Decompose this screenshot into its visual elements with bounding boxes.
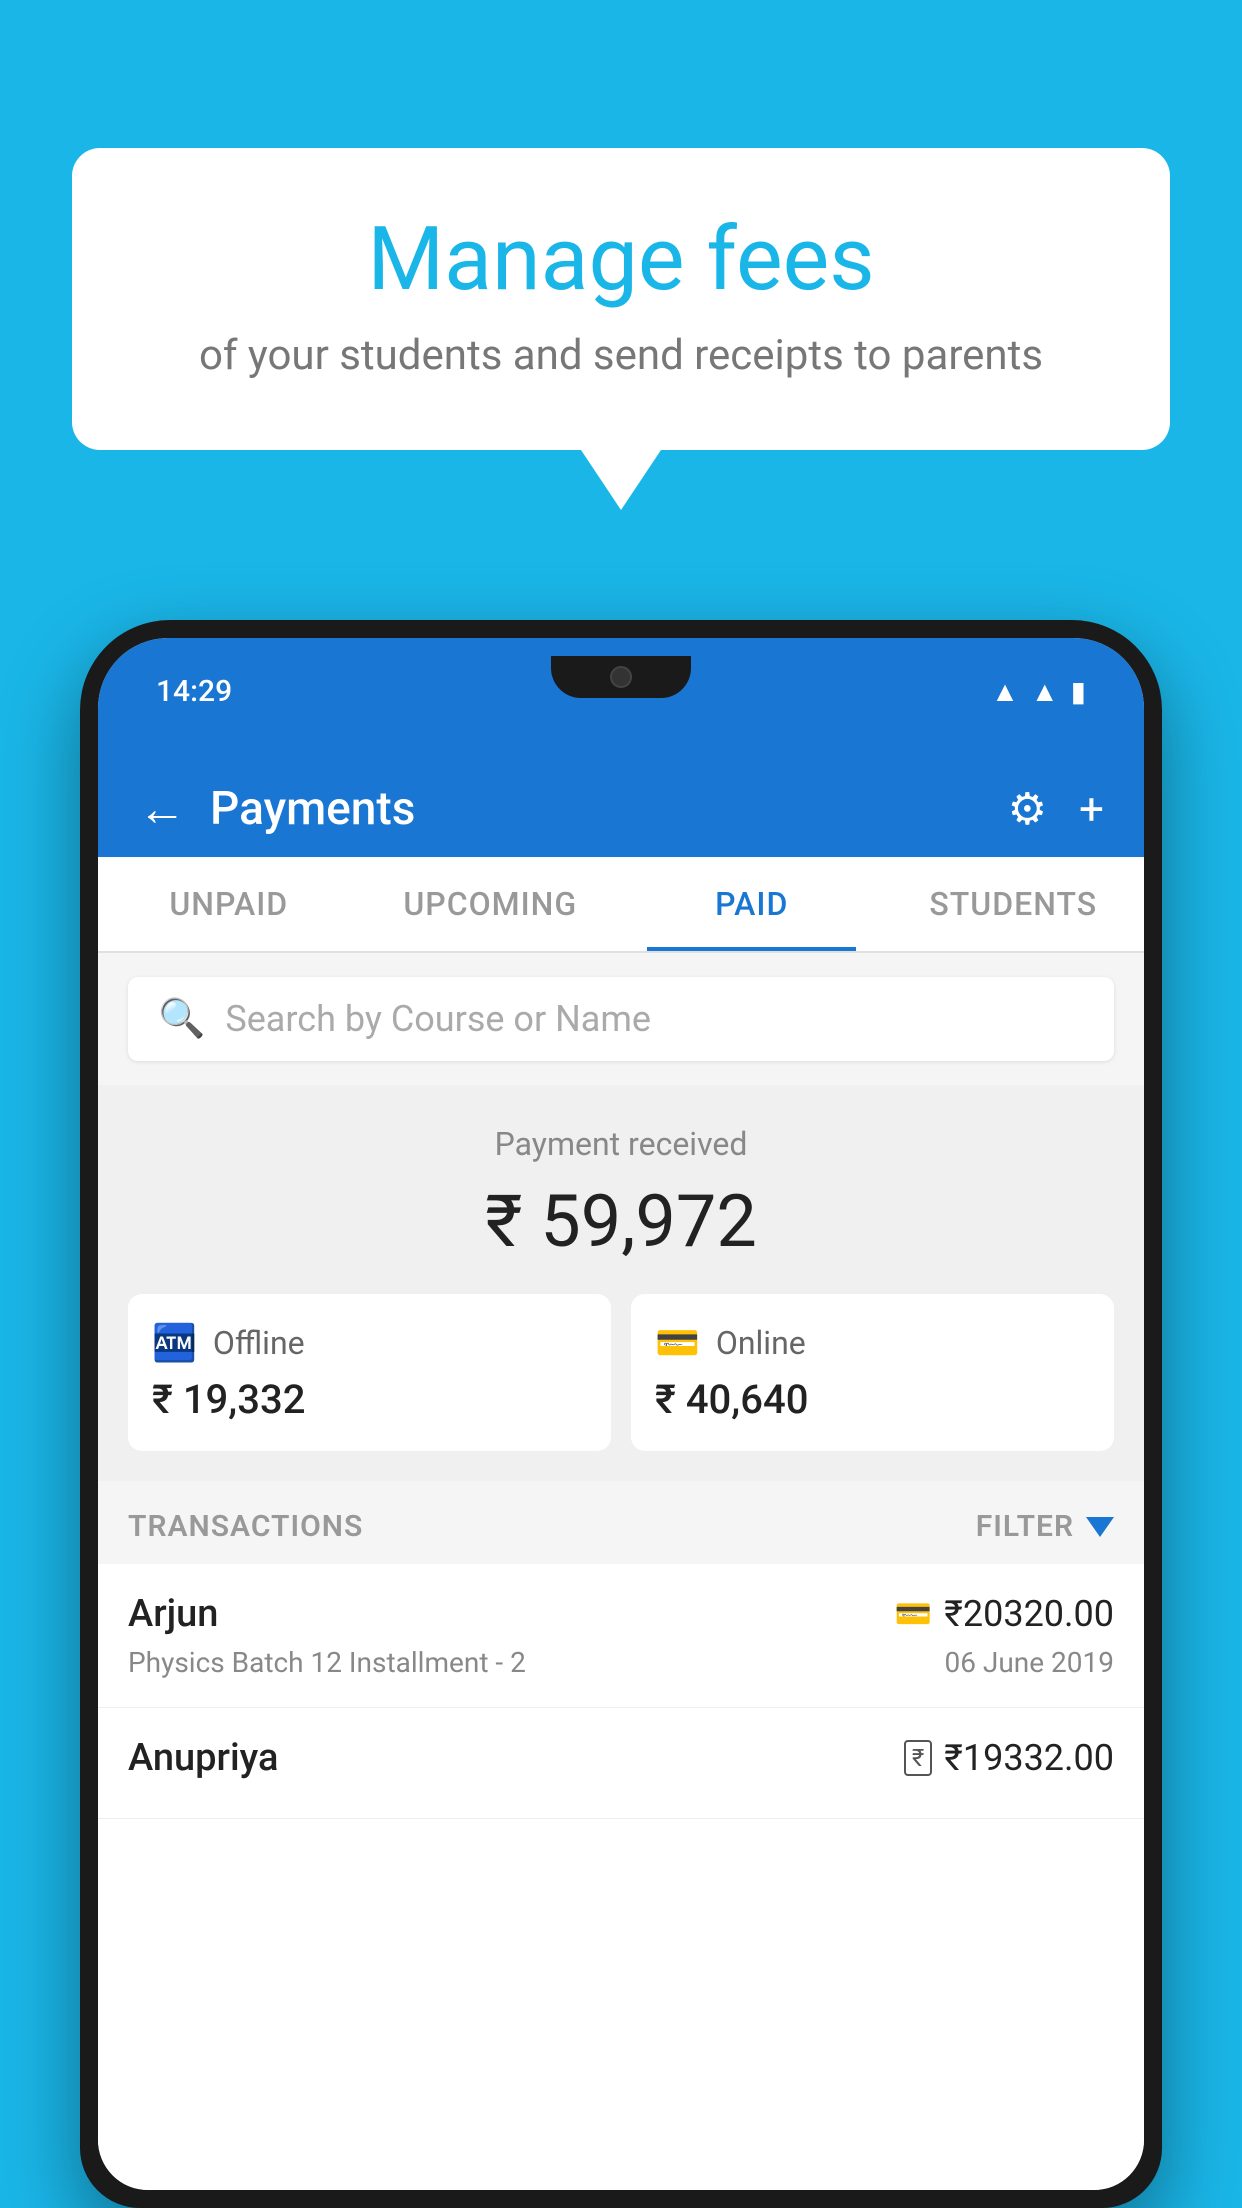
wifi-icon: ▲ [991, 675, 1019, 708]
hero-title: Manage fees [152, 208, 1090, 311]
add-icon[interactable]: + [1079, 783, 1104, 835]
transactions-header: TRANSACTIONS FILTER [98, 1481, 1144, 1564]
filter-button[interactable]: FILTER [976, 1509, 1114, 1544]
tab-students[interactable]: STUDENTS [883, 857, 1145, 951]
cash-type-icon: ₹ [904, 1740, 932, 1776]
speech-bubble: Manage fees of your students and send re… [72, 148, 1170, 450]
transaction-name: Arjun [128, 1592, 218, 1636]
search-icon: 🔍 [158, 997, 205, 1041]
tab-bar: UNPAID UPCOMING PAID STUDENTS [98, 857, 1144, 953]
online-card-header: 💳 Online [655, 1322, 1090, 1364]
tab-unpaid[interactable]: UNPAID [98, 857, 360, 951]
camera [610, 666, 632, 688]
transaction-amount-value: ₹20320.00 [944, 1593, 1114, 1635]
offline-card: 🏧 Offline ₹ 19,332 [128, 1294, 611, 1451]
transactions-label: TRANSACTIONS [128, 1509, 363, 1544]
search-container: 🔍 Search by Course or Name [98, 953, 1144, 1085]
transaction-top-row: Arjun 💳 ₹20320.00 [128, 1592, 1114, 1636]
phone-mockup: 14:29 ▲ ▲ ▮ ← Payments [80, 620, 1162, 2208]
search-bar[interactable]: 🔍 Search by Course or Name [128, 977, 1114, 1061]
online-amount: ₹ 40,640 [655, 1376, 1090, 1423]
offline-card-header: 🏧 Offline [152, 1322, 587, 1364]
transaction-amount: ₹ ₹19332.00 [904, 1737, 1114, 1779]
transaction-item[interactable]: Arjun 💳 ₹20320.00 Physics Batch 12 Insta… [98, 1564, 1144, 1708]
back-button[interactable]: ← [138, 780, 186, 837]
payment-summary: Payment received ₹ 59,972 🏧 Offline ₹ 19… [98, 1085, 1144, 1481]
payment-total-amount: ₹ 59,972 [128, 1179, 1114, 1264]
transaction-amount-value: ₹19332.00 [944, 1737, 1114, 1779]
transaction-bottom-row: Physics Batch 12 Installment - 2 06 June… [128, 1646, 1114, 1679]
hero-subtitle: of your students and send receipts to pa… [152, 331, 1090, 380]
settings-icon[interactable]: ⚙ [1008, 783, 1047, 835]
transaction-list: Arjun 💳 ₹20320.00 Physics Batch 12 Insta… [98, 1564, 1144, 2190]
signal-icon: ▲ [1031, 675, 1059, 708]
payment-type-icon: 💳 [895, 1597, 932, 1632]
app-bar-title: Payments [210, 782, 415, 836]
app-bar-right: ⚙ + [1008, 783, 1104, 835]
payment-received-label: Payment received [128, 1125, 1114, 1163]
offline-icon: 🏧 [152, 1322, 197, 1364]
tab-paid[interactable]: PAID [621, 857, 883, 951]
transaction-description: Physics Batch 12 Installment - 2 [128, 1646, 526, 1679]
transaction-amount: 💳 ₹20320.00 [895, 1593, 1114, 1635]
tab-upcoming[interactable]: UPCOMING [360, 857, 622, 951]
transaction-item[interactable]: Anupriya ₹ ₹19332.00 [98, 1708, 1144, 1819]
transaction-top-row: Anupriya ₹ ₹19332.00 [128, 1736, 1114, 1780]
online-icon: 💳 [655, 1322, 700, 1364]
status-time: 14:29 [156, 674, 232, 709]
filter-label: FILTER [976, 1509, 1074, 1544]
offline-label: Offline [213, 1324, 305, 1362]
app-bar-left: ← Payments [138, 780, 415, 837]
transaction-date: 06 June 2019 [944, 1646, 1114, 1679]
hero-section: Manage fees of your students and send re… [72, 148, 1170, 510]
status-icons: ▲ ▲ ▮ [991, 675, 1086, 708]
online-card: 💳 Online ₹ 40,640 [631, 1294, 1114, 1451]
battery-icon: ▮ [1071, 675, 1086, 708]
search-placeholder: Search by Course or Name [225, 998, 651, 1040]
filter-icon [1086, 1517, 1114, 1537]
transaction-name: Anupriya [128, 1736, 278, 1780]
phone-body: 14:29 ▲ ▲ ▮ ← Payments [80, 620, 1162, 2208]
speech-bubble-arrow [581, 450, 661, 510]
app-bar: 14:29 ▲ ▲ ▮ ← Payments [98, 638, 1144, 857]
payment-cards: 🏧 Offline ₹ 19,332 💳 Online ₹ 40,640 [128, 1294, 1114, 1451]
offline-amount: ₹ 19,332 [152, 1376, 587, 1423]
online-label: Online [716, 1324, 806, 1362]
phone-screen: 14:29 ▲ ▲ ▮ ← Payments [98, 638, 1144, 2190]
